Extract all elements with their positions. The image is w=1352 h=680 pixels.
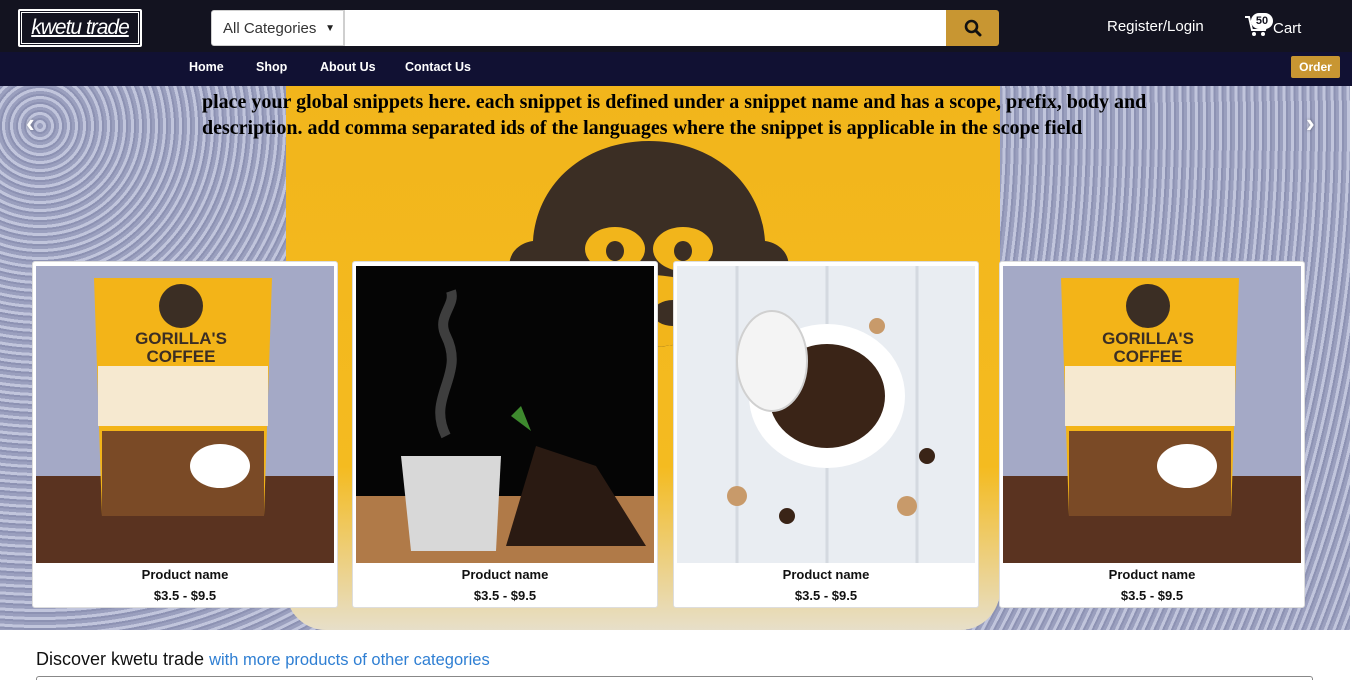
- svg-text:COFFEE: COFFEE: [1114, 347, 1183, 366]
- search-bar: All Categories ▼: [211, 10, 999, 46]
- discover-prefix: Discover kwetu trade: [36, 649, 205, 669]
- cart-label: Cart: [1273, 20, 1302, 37]
- top-bar: kwetu trade All Categories ▼ Register/Lo…: [0, 0, 1352, 52]
- nav-item-home[interactable]: Home: [189, 60, 224, 74]
- steaming-coffee-cup-image: [356, 266, 654, 563]
- site-logo[interactable]: kwetu trade: [18, 9, 142, 47]
- svg-text:COFFEE: COFFEE: [147, 347, 216, 366]
- section-box-edge: [36, 676, 1313, 680]
- svg-text:GORILLA'S: GORILLA'S: [135, 329, 227, 348]
- chevron-right-icon[interactable]: ›: [1306, 108, 1315, 139]
- coffee-bag-image: GORILLA'S COFFEE: [1003, 266, 1301, 563]
- register-login-link[interactable]: Register/Login: [1107, 18, 1204, 35]
- hero-text: place your global snippets here. each sn…: [202, 91, 1147, 139]
- nav-item-contact-us[interactable]: Contact Us: [405, 60, 471, 74]
- product-name: Product name: [782, 567, 870, 582]
- product-name: Product name: [1108, 567, 1196, 582]
- search-input[interactable]: [344, 10, 946, 46]
- category-select-value: All Categories: [223, 19, 317, 37]
- product-name: Product name: [141, 567, 229, 582]
- discover-link[interactable]: with more products of other categories: [209, 651, 490, 669]
- cart-button[interactable]: 50 Cart: [1244, 13, 1302, 38]
- coffee-bag-image: GORILLA'S COFFEE: [36, 266, 334, 563]
- svg-text:GORILLA'S: GORILLA'S: [1102, 329, 1194, 348]
- hero-carousel: place your global snippets here. each sn…: [0, 86, 1350, 630]
- coffee-beans-cup-image: [677, 266, 975, 563]
- product-name: Product name: [461, 567, 549, 582]
- product-card[interactable]: Product name $3.5 - $9.5: [352, 261, 658, 608]
- product-price: $3.5 - $9.5: [153, 588, 217, 603]
- product-card[interactable]: Product name $3.5 - $9.5: [673, 261, 979, 608]
- nav-item-about-us[interactable]: About Us: [320, 60, 376, 74]
- order-button[interactable]: Order: [1291, 56, 1340, 78]
- chevron-down-icon: ▼: [325, 22, 335, 34]
- discover-heading: Discover kwetu trade with more products …: [36, 649, 490, 670]
- product-price: $3.5 - $9.5: [794, 588, 858, 603]
- nav-bar: Home Shop About Us Contact Us Order: [0, 52, 1352, 86]
- search-button[interactable]: [946, 10, 999, 46]
- product-card[interactable]: GORILLA'S COFFEE Product name $3.5 - $9.…: [32, 261, 338, 608]
- cart-count-badge: 50: [1251, 13, 1273, 29]
- nav-item-shop[interactable]: Shop: [256, 60, 287, 74]
- chevron-left-icon[interactable]: ‹: [26, 108, 35, 139]
- category-select[interactable]: All Categories ▼: [211, 10, 344, 46]
- search-icon: [964, 19, 981, 37]
- logo-text: kwetu trade: [31, 16, 130, 39]
- product-card[interactable]: GORILLA'S COFFEE Product name $3.5 - $9.…: [999, 261, 1305, 608]
- product-price: $3.5 - $9.5: [473, 588, 537, 603]
- product-price: $3.5 - $9.5: [1120, 588, 1184, 603]
